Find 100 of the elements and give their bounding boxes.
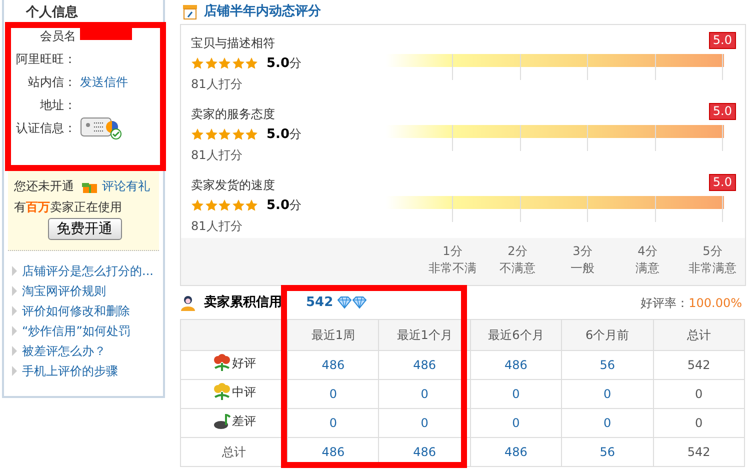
- star-icon: [191, 57, 204, 70]
- star-icon: [245, 57, 258, 70]
- table-cell: 0: [470, 380, 562, 408]
- flower-icon: [212, 354, 232, 372]
- rating-name: 宝贝与描述相符: [191, 35, 276, 52]
- seller-icon: [180, 294, 196, 310]
- star-icon: [245, 199, 258, 212]
- shop-icon: [182, 4, 198, 20]
- bullet-icon: [12, 266, 17, 276]
- rate-label: 好评率：: [640, 296, 689, 310]
- table-cell: 486: [470, 438, 562, 466]
- help-link[interactable]: 评价如何修改和删除: [22, 301, 130, 321]
- table-cell: 0: [470, 408, 562, 438]
- star-icon: [191, 128, 204, 141]
- rating-score: 5.0分: [266, 126, 302, 144]
- star-icon: [191, 199, 204, 212]
- scale-score: 5分: [702, 243, 724, 260]
- positive-rate: 100.00%: [688, 296, 742, 310]
- star-icon: [218, 128, 231, 141]
- panel-title: 个人信息: [25, 4, 79, 22]
- row-label: 差评: [232, 412, 256, 430]
- diamond-icon: [337, 296, 352, 309]
- star-icon: [245, 128, 258, 141]
- column-header: 最近6个月: [470, 320, 562, 350]
- table-cell: 0: [653, 380, 744, 408]
- certificate-icon: [80, 116, 122, 140]
- help-link[interactable]: “炒作信用”如何处罚: [22, 321, 130, 341]
- scale-label: 满意: [634, 260, 660, 277]
- help-link[interactable]: 被差评怎么办？: [22, 341, 106, 361]
- table-cell: 0: [653, 408, 744, 438]
- star-icon: [218, 57, 231, 70]
- table-cell: 0: [562, 408, 654, 438]
- score-badge: 5.0: [708, 174, 736, 191]
- help-link[interactable]: 店铺评分是怎么打分的...: [22, 261, 154, 281]
- row-label: 总计: [222, 444, 246, 461]
- column-header: 最近1个月: [378, 320, 470, 350]
- rating-name: 卖家发货的速度: [191, 177, 276, 194]
- score-badge: 5.0: [708, 32, 736, 49]
- credit-points: 542: [306, 294, 334, 312]
- scale-score: 4分: [636, 243, 658, 260]
- scale-score: 3分: [572, 243, 594, 260]
- table-cell: 0: [378, 408, 470, 438]
- star-icon: [204, 199, 218, 212]
- bullet-icon: [12, 366, 17, 376]
- row-label: 中评: [232, 384, 256, 400]
- table-cell: 0: [288, 408, 379, 438]
- star-icon: [232, 128, 244, 141]
- scale-label: 一般: [570, 260, 596, 277]
- rating-score: 5.0分: [266, 55, 302, 73]
- star-icon: [204, 128, 218, 141]
- table-cell: 56: [562, 350, 654, 380]
- scale-label: 不满意: [498, 260, 536, 277]
- column-header: 6个月前: [562, 320, 654, 350]
- field-label: 认证信息：: [15, 120, 76, 136]
- flower-icon: [212, 382, 232, 400]
- promo-text: 有百万卖家正在使用: [14, 199, 123, 216]
- row-label: 好评: [232, 354, 256, 372]
- activate-button[interactable]: 免费开通: [48, 218, 122, 240]
- star-icon: [232, 199, 244, 212]
- field-label: 会员名: [39, 28, 76, 44]
- table-cell: 0: [288, 380, 379, 408]
- rating-name: 卖家的服务态度: [191, 106, 276, 123]
- table-cell: 486: [470, 350, 562, 380]
- table-cell: 486: [288, 350, 379, 380]
- bullet-icon: [12, 306, 17, 316]
- bullet-icon: [12, 346, 17, 356]
- promo-text: 您还未开通: [14, 178, 74, 195]
- rating-count: 81人打分: [191, 76, 244, 93]
- flower-wilted-icon: [212, 412, 232, 430]
- field-label: 地址：: [39, 96, 76, 114]
- scale-score: 2分: [506, 243, 528, 260]
- rating-score: 5.0分: [266, 197, 302, 215]
- diamond-icon: [352, 296, 368, 309]
- reward-link[interactable]: 评论有礼: [102, 176, 150, 197]
- table-cell: 542: [653, 438, 744, 466]
- bullet-icon: [12, 326, 17, 336]
- send-mail-link[interactable]: 发送信件: [80, 74, 128, 88]
- field-label: 阿里旺旺：: [15, 50, 76, 68]
- rating-count: 81人打分: [191, 147, 244, 164]
- star-icon: [218, 199, 231, 212]
- star-icon: [204, 57, 218, 70]
- rating-count: 81人打分: [191, 218, 244, 235]
- section-title: 卖家累积信用: [204, 294, 282, 312]
- scale-score: 1分: [442, 243, 464, 260]
- field-label: 站内信：: [27, 74, 76, 90]
- column-header: 最近1周: [288, 320, 379, 350]
- score-badge: 5.0: [708, 103, 736, 120]
- bullet-icon: [12, 286, 17, 296]
- help-link[interactable]: 淘宝网评价规则: [22, 281, 106, 301]
- table-cell: 56: [562, 438, 654, 466]
- table-cell: 0: [562, 380, 654, 408]
- section-title: 店铺半年内动态评分: [204, 2, 321, 22]
- star-icon: [232, 57, 244, 70]
- scale-label: 非常满意: [688, 260, 738, 277]
- scale-label: 非常不满: [428, 260, 478, 277]
- table-cell: 542: [653, 350, 744, 380]
- table-cell: 486: [378, 350, 470, 380]
- help-link[interactable]: 手机上评价的步骤: [22, 361, 118, 381]
- table-cell: 0: [378, 380, 470, 408]
- column-header: 总计: [653, 320, 744, 350]
